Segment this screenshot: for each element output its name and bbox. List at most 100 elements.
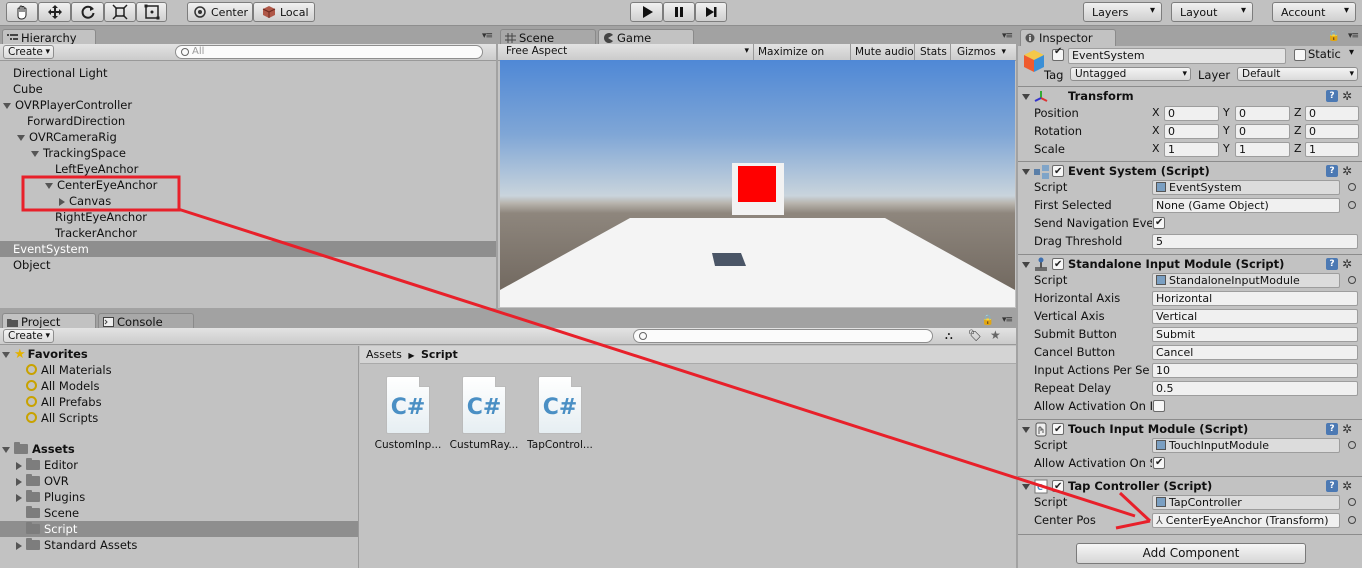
list-item[interactable]: RightEyeAnchor	[0, 209, 496, 225]
cancel-button-field[interactable]: Cancel	[1152, 345, 1358, 360]
help-icon[interactable]: ?	[1326, 480, 1338, 492]
object-picker-icon[interactable]	[1348, 276, 1356, 284]
component-enabled-checkbox[interactable]	[1052, 477, 1064, 496]
list-item[interactable]: OVRPlayerController	[0, 97, 496, 113]
list-item[interactable]: Scene	[0, 505, 358, 521]
input-actions-field[interactable]: 10	[1152, 363, 1358, 378]
list-item[interactable]: TrackingSpace	[0, 145, 496, 161]
lock-icon[interactable]: 🔒	[1328, 31, 1340, 42]
expand-arrow-icon[interactable]	[3, 102, 11, 109]
favorite-star-icon[interactable]: ★	[990, 328, 1001, 342]
fold-arrow-icon[interactable]	[1022, 262, 1030, 268]
expand-arrow-icon[interactable]	[2, 446, 10, 453]
search-by-label-icon[interactable]: 🏷	[968, 329, 982, 342]
assets-header[interactable]: Assets	[0, 441, 358, 457]
pane-options-icon[interactable]: ▾≡	[1002, 315, 1013, 325]
list-item[interactable]: OVR	[0, 473, 358, 489]
rotation-y-field[interactable]: 0	[1235, 124, 1290, 139]
help-icon[interactable]: ?	[1326, 258, 1338, 270]
collapse-arrow-icon[interactable]	[16, 493, 22, 502]
allow-activation-checkbox[interactable]	[1153, 454, 1165, 472]
layers-dropdown[interactable]: Layers	[1083, 2, 1162, 22]
collapse-arrow-icon[interactable]	[16, 541, 22, 550]
active-checkbox[interactable]	[1052, 46, 1064, 61]
account-dropdown[interactable]: Account	[1272, 2, 1356, 22]
object-picker-icon[interactable]	[1348, 183, 1356, 191]
expand-arrow-icon[interactable]	[45, 182, 53, 189]
rotation-z-field[interactable]: 0	[1305, 124, 1359, 139]
first-selected-field[interactable]: None (Game Object)	[1152, 198, 1340, 213]
repeat-delay-field[interactable]: 0.5	[1152, 381, 1358, 396]
collapse-arrow-icon[interactable]	[59, 197, 65, 206]
pane-options-icon[interactable]: ▾≡	[1002, 31, 1013, 41]
list-item[interactable]: All Models	[0, 378, 358, 394]
asset-file[interactable]: C# CustomInp...	[373, 376, 443, 451]
transform-component-header[interactable]: Transform ? ✲	[1018, 86, 1362, 105]
expand-arrow-icon[interactable]	[17, 134, 25, 141]
layer-dropdown[interactable]: Default	[1237, 67, 1358, 81]
list-item-selected[interactable]: EventSystem	[0, 241, 496, 257]
pause-button[interactable]	[663, 2, 695, 22]
fold-arrow-icon[interactable]	[1022, 94, 1030, 100]
list-item[interactable]: CenterEyeAnchor	[0, 177, 496, 193]
object-picker-icon[interactable]	[1348, 201, 1356, 209]
asset-file[interactable]: C# CustumRay...	[449, 376, 519, 451]
fold-arrow-icon[interactable]	[1022, 484, 1030, 490]
breadcrumb-current[interactable]: Script	[421, 348, 458, 361]
fold-arrow-icon[interactable]	[1022, 427, 1030, 433]
collapse-arrow-icon[interactable]	[16, 461, 22, 470]
script-field[interactable]: TouchInputModule	[1152, 438, 1340, 453]
object-picker-icon[interactable]	[1348, 516, 1356, 524]
static-dropdown-icon[interactable]: ▾	[1349, 47, 1354, 58]
submit-button-field[interactable]: Submit	[1152, 327, 1358, 342]
allow-activation-checkbox[interactable]	[1153, 400, 1165, 412]
send-navigation-checkbox[interactable]	[1153, 214, 1165, 232]
space-toggle[interactable]: Local	[253, 2, 315, 22]
asset-file[interactable]: C# TapControl...	[525, 376, 595, 451]
scale-tool-button[interactable]	[104, 2, 136, 22]
scale-x-field[interactable]: 1	[1164, 142, 1219, 157]
list-item[interactable]: Canvas	[0, 193, 496, 209]
static-checkbox[interactable]	[1294, 49, 1306, 61]
script-field[interactable]: TapController	[1152, 495, 1340, 510]
component-enabled-checkbox[interactable]	[1052, 162, 1064, 181]
aspect-dropdown[interactable]: Free Aspect	[502, 45, 752, 59]
search-by-type-icon[interactable]: ⛬	[945, 329, 953, 343]
list-item[interactable]: Plugins	[0, 489, 358, 505]
favorites-header[interactable]: ★ Favorites	[0, 346, 358, 362]
script-field[interactable]: EventSystem	[1152, 180, 1340, 195]
list-item[interactable]: ForwardDirection	[0, 113, 496, 129]
list-item[interactable]: Cube	[0, 81, 496, 97]
position-x-field[interactable]: 0	[1164, 106, 1219, 121]
move-tool-button[interactable]	[38, 2, 71, 22]
rotation-x-field[interactable]: 0	[1164, 124, 1219, 139]
step-button[interactable]	[695, 2, 727, 22]
hand-tool-button[interactable]	[6, 2, 38, 22]
project-create-dropdown[interactable]: Create	[3, 329, 54, 343]
rotate-tool-button[interactable]	[71, 2, 104, 22]
help-icon[interactable]: ?	[1326, 423, 1338, 435]
list-item[interactable]: All Materials	[0, 362, 358, 378]
component-enabled-checkbox[interactable]	[1052, 420, 1064, 439]
center-pos-field[interactable]: ⅄ CenterEyeAnchor (Transform)	[1152, 513, 1340, 528]
list-item[interactable]: OVRCameraRig	[0, 129, 496, 145]
scale-z-field[interactable]: 1	[1305, 142, 1359, 157]
list-item-selected[interactable]: Script	[0, 521, 358, 537]
list-item[interactable]: Directional Light	[0, 65, 496, 81]
project-search-input[interactable]	[633, 329, 933, 343]
expand-arrow-icon[interactable]	[2, 351, 10, 358]
pivot-toggle[interactable]: Center	[187, 2, 253, 22]
rect-tool-button[interactable]	[136, 2, 167, 22]
pane-options-icon[interactable]: ▾≡	[1348, 31, 1359, 41]
list-item[interactable]: Object	[0, 257, 496, 273]
maximize-on-play-toggle[interactable]: Maximize on Play	[753, 44, 849, 74]
position-z-field[interactable]: 0	[1305, 106, 1359, 121]
layout-dropdown[interactable]: Layout	[1171, 2, 1253, 22]
help-icon[interactable]: ?	[1326, 90, 1338, 102]
add-component-button[interactable]: Add Component	[1076, 543, 1306, 564]
list-item[interactable]: TrackerAnchor	[0, 225, 496, 241]
stats-toggle[interactable]: Stats	[914, 44, 950, 60]
object-name-field[interactable]: EventSystem	[1068, 48, 1286, 64]
collapse-arrow-icon[interactable]	[16, 477, 22, 486]
vertical-axis-field[interactable]: Vertical	[1152, 309, 1358, 324]
